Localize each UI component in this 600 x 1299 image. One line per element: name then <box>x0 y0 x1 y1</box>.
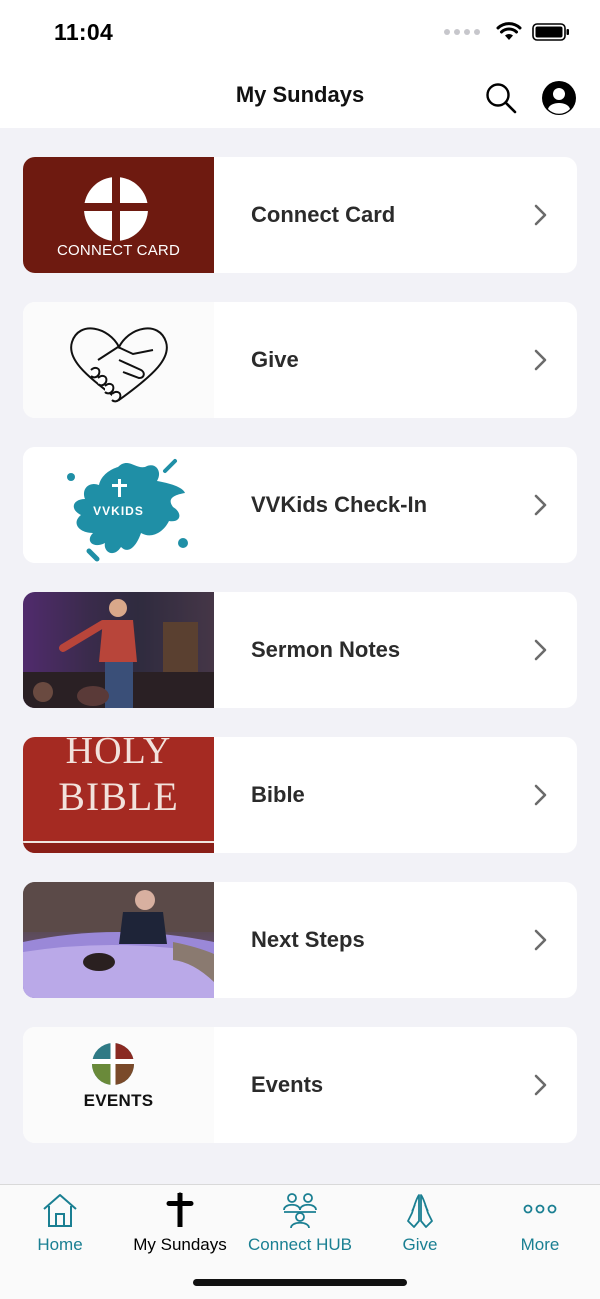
item-label: Bible <box>251 782 305 807</box>
home-indicator[interactable] <box>193 1279 407 1286</box>
tab-connect-hub[interactable]: Connect HUB <box>240 1191 360 1261</box>
baptism-photo <box>23 882 214 998</box>
sermon-photo-thumbnail <box>23 592 214 708</box>
tab-home[interactable]: Home <box>0 1191 120 1261</box>
list-item-sermon-notes[interactable]: Sermon Notes <box>23 592 577 708</box>
item-label: Sermon Notes <box>251 637 401 662</box>
tab-label: My Sundays <box>133 1235 227 1254</box>
vvkids-thumbnail: VVKIDS <box>23 447 214 563</box>
tab-give[interactable]: Give <box>360 1191 480 1261</box>
connect-card-thumbnail: CONNECT CARD <box>23 157 214 273</box>
baptism-photo-thumbnail <box>23 882 214 998</box>
item-label: Give <box>251 347 299 372</box>
list-item-give[interactable]: Give <box>23 302 577 418</box>
house-icon <box>43 1194 77 1227</box>
preacher-photo <box>23 592 214 708</box>
give-thumbnail <box>23 302 214 418</box>
tab-label: Home <box>37 1235 83 1254</box>
chevron-right-icon <box>534 494 547 516</box>
bible-cover-line1: HOLY <box>65 737 172 772</box>
profile-icon[interactable] <box>541 80 577 116</box>
status-time: 11:04 <box>54 19 114 45</box>
events-caption: EVENTS <box>83 1091 154 1110</box>
bible-cover-line2: BIBLE <box>58 774 179 819</box>
navigation-bar: My Sundays <box>0 68 600 128</box>
battery-icon <box>532 23 569 41</box>
church-cross-logo-icon <box>92 1043 134 1085</box>
cross-icon <box>166 1192 194 1227</box>
item-label: Connect Card <box>251 202 396 227</box>
bible-thumbnail: HOLY BIBLE <box>23 737 214 853</box>
chevron-right-icon <box>534 639 547 661</box>
list-item-events[interactable]: EVENTS Events <box>23 1027 577 1143</box>
wifi-icon <box>496 22 522 40</box>
item-label: VVKids Check-In <box>251 492 428 517</box>
list-item-connect-card[interactable]: CONNECT CARD Connect Card <box>23 157 577 273</box>
status-icons <box>444 22 570 42</box>
status-bar: 11:04 <box>0 0 600 68</box>
tab-label: More <box>520 1235 560 1254</box>
tab-label: Give <box>402 1235 438 1254</box>
tab-label: Connect HUB <box>248 1235 352 1254</box>
people-icon <box>283 1193 317 1229</box>
praying-hands-icon <box>407 1194 433 1228</box>
chevron-right-icon <box>534 349 547 371</box>
item-label: Next Steps <box>251 927 365 952</box>
chevron-right-icon <box>534 204 547 226</box>
events-thumbnail: EVENTS <box>23 1027 214 1143</box>
chevron-right-icon <box>534 784 547 806</box>
ellipsis-icon <box>523 1204 557 1214</box>
list-item-next-steps[interactable]: Next Steps <box>23 882 577 998</box>
chevron-right-icon <box>534 929 547 951</box>
list-item-vvkids-check-in[interactable]: VVKIDS VVKids Check-In <box>23 447 577 563</box>
connect-card-caption: CONNECT CARD <box>57 242 180 259</box>
heart-handshake-icon <box>70 327 168 403</box>
list-item-bible[interactable]: HOLY BIBLE Bible <box>23 737 577 853</box>
chevron-right-icon <box>534 1074 547 1096</box>
cellular-signal-icon <box>444 29 480 35</box>
tab-my-sundays[interactable]: My Sundays <box>120 1191 240 1261</box>
item-label: Events <box>251 1072 324 1097</box>
tab-more[interactable]: More <box>480 1191 600 1261</box>
bible-page-edge <box>23 841 214 853</box>
search-icon[interactable] <box>484 81 518 115</box>
vvkids-caption: VVKIDS <box>93 504 144 518</box>
